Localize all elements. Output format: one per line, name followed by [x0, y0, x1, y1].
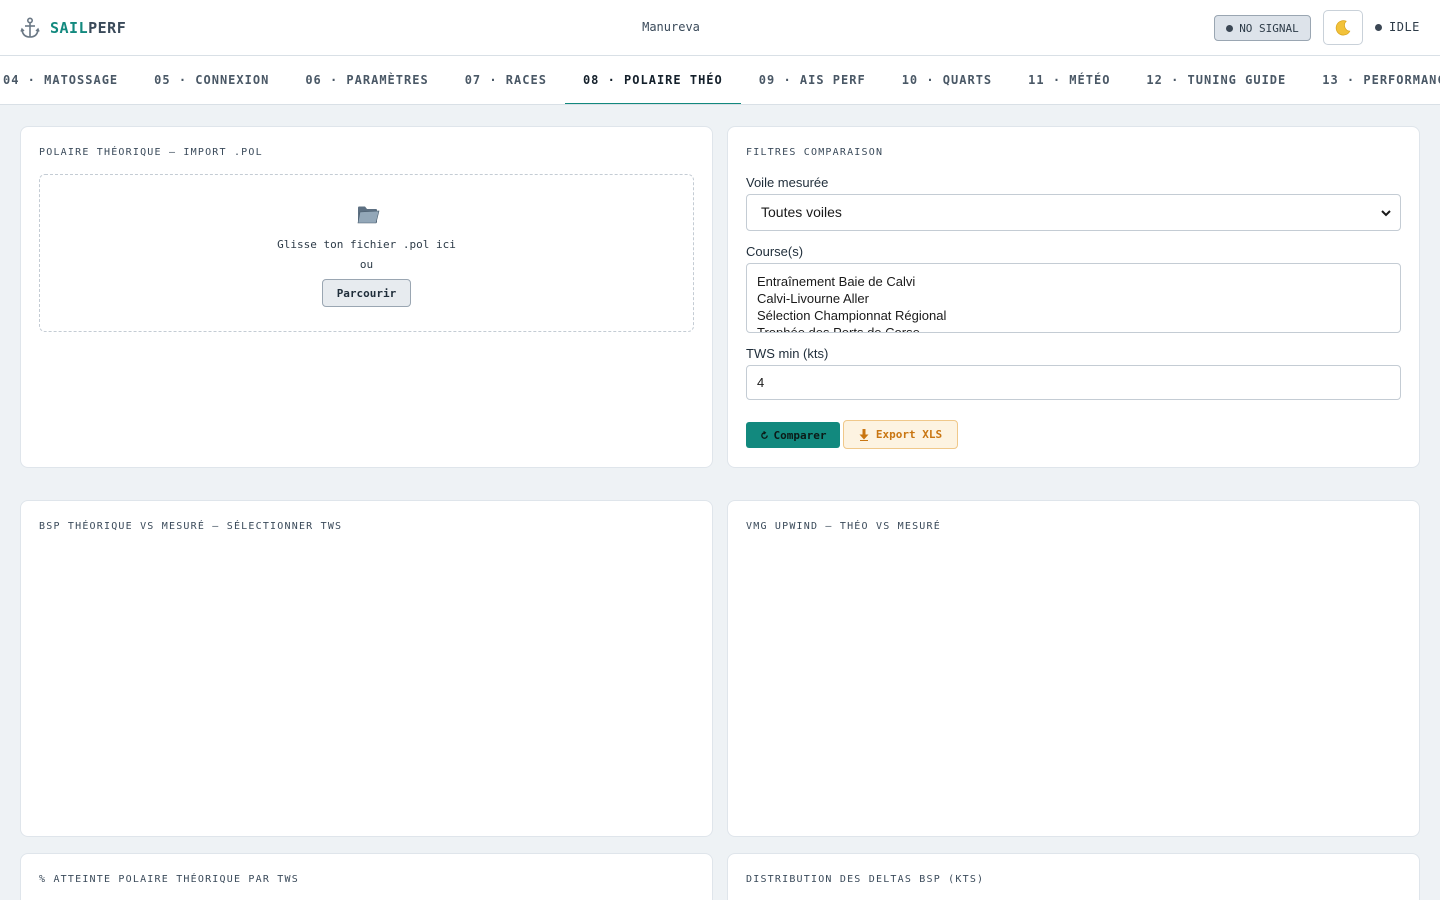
browse-button[interactable]: Parcourir — [322, 279, 411, 307]
connection-status: IDLE — [1375, 20, 1420, 34]
tab-quarts[interactable]: 10 · QUARTS — [884, 56, 1010, 104]
sail-select[interactable]: Toutes voiles — [746, 194, 1401, 231]
vmg-chart-card: VMG UPWIND — THÉO VS MESURÉ — [727, 500, 1420, 837]
tab-ais-perf[interactable]: 09 · AIS PERF — [741, 56, 884, 104]
signal-dot-icon — [1226, 24, 1234, 32]
refresh-icon — [760, 430, 768, 439]
dropzone-or-text: ou — [359, 258, 374, 271]
export-button-label: Export XLS — [875, 428, 943, 441]
vmg-chart-area — [746, 545, 1401, 818]
polar-import-title: POLAIRE THÉORIQUE — IMPORT .POL — [39, 147, 263, 158]
vmg-chart-title: VMG UPWIND — THÉO VS MESURÉ — [746, 521, 941, 532]
race-option[interactable]: Trophée des Ports de Corse — [757, 324, 1390, 332]
races-label: Course(s) — [746, 244, 804, 259]
sail-select-value: Toutes voiles — [761, 204, 842, 220]
dropzone-text: Glisse ton fichier .pol ici — [277, 238, 456, 251]
folder-icon — [357, 206, 380, 224]
race-option[interactable]: Calvi-Livourne Aller — [757, 290, 1390, 307]
sail-label: Voile mesurée — [746, 175, 829, 190]
chevron-down-icon — [1381, 210, 1391, 217]
tab-parametres[interactable]: 06 · PARAMÈTRES — [287, 56, 446, 104]
polar-pct-chart-card: % ATTEINTE POLAIRE THÉORIQUE PAR TWS — [20, 853, 713, 900]
compare-button[interactable]: Comparer — [746, 422, 840, 448]
export-xls-button[interactable]: Export XLS — [843, 420, 958, 449]
bsp-chart-card: BSP THÉORIQUE VS MESURÉ — SÉLECTIONNER T… — [20, 500, 713, 837]
races-multiselect[interactable]: Entraînement Baie de Calvi Calvi-Livourn… — [746, 263, 1401, 333]
tab-matossage[interactable]: 04 · MATOSSAGE — [0, 56, 136, 104]
tab-polaire-theo[interactable]: 08 · POLAIRE THÉO — [564, 56, 741, 104]
status-dot-icon — [1375, 23, 1382, 31]
tab-meteo[interactable]: 11 · MÉTÉO — [1010, 56, 1128, 104]
polar-import-card: POLAIRE THÉORIQUE — IMPORT .POL Glisse t… — [20, 126, 713, 468]
signal-label: NO SIGNAL — [1239, 21, 1299, 35]
app-header: SAILPERF Manureva NO SIGNAL IDLE — [0, 0, 1440, 56]
tws-min-input[interactable]: 4 — [746, 365, 1401, 400]
tab-bar: 04 · MATOSSAGE 05 · CONNEXION 06 · PARAM… — [0, 56, 1440, 105]
race-option[interactable]: Entraînement Baie de Calvi — [757, 273, 1390, 290]
boat-name: Manureva — [642, 20, 700, 34]
bsp-delta-chart-title: DISTRIBUTION DES DELTAS BSP (KTS) — [746, 874, 985, 885]
moon-icon — [1335, 19, 1351, 35]
signal-status-badge: NO SIGNAL — [1214, 15, 1311, 41]
compare-button-label: Comparer — [773, 428, 827, 442]
filters-title: FILTRES COMPARAISON — [746, 147, 884, 158]
theme-toggle-button[interactable] — [1323, 10, 1363, 45]
download-icon — [859, 428, 869, 441]
tws-min-label: TWS min (kts) — [746, 346, 829, 361]
bsp-chart-area — [39, 545, 694, 818]
pol-dropzone[interactable]: Glisse ton fichier .pol ici ou Parcourir — [39, 174, 694, 332]
tab-tuning-guide[interactable]: 12 · TUNING GUIDE — [1128, 56, 1304, 104]
race-option[interactable]: Sélection Championnat Régional — [757, 307, 1390, 324]
comparison-filters-card: FILTRES COMPARAISON Voile mesurée Toutes… — [727, 126, 1420, 468]
polar-pct-chart-title: % ATTEINTE POLAIRE THÉORIQUE PAR TWS — [39, 874, 299, 885]
tab-races[interactable]: 07 · RACES — [447, 56, 565, 104]
status-label: IDLE — [1389, 20, 1420, 34]
tab-performance[interactable]: 13 · PERFORMANCE — [1304, 56, 1440, 104]
bsp-delta-chart-card: DISTRIBUTION DES DELTAS BSP (KTS) — [727, 853, 1420, 900]
tab-connexion[interactable]: 05 · CONNEXION — [136, 56, 287, 104]
bsp-chart-title: BSP THÉORIQUE VS MESURÉ — SÉLECTIONNER T… — [39, 521, 343, 532]
